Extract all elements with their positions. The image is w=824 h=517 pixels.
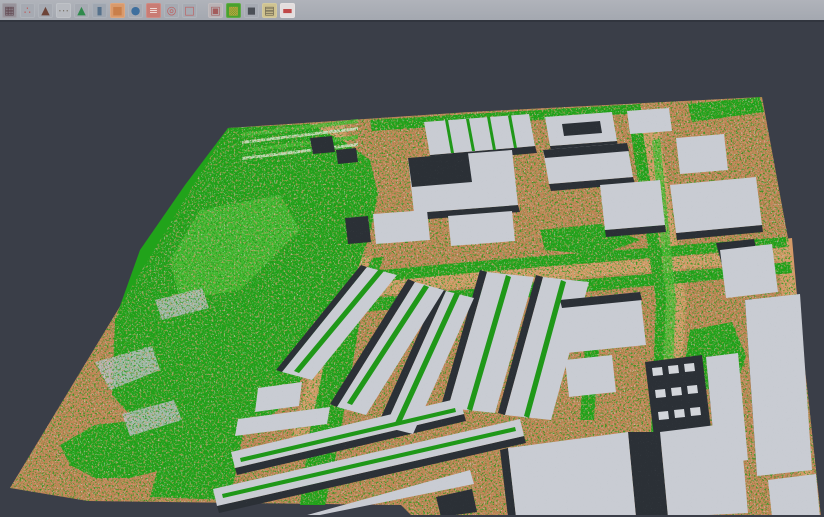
zoom-extents-icon[interactable]: □	[182, 3, 197, 18]
scene-svg	[0, 22, 824, 515]
layer-list-icon[interactable]: ≡	[146, 3, 161, 18]
open-project-icon[interactable]: ▦	[2, 3, 17, 18]
focus-center-icon[interactable]: ◎	[164, 3, 179, 18]
grain-group	[0, 22, 824, 515]
export-data-icon[interactable]: ▬	[280, 3, 295, 18]
mesh-model-icon[interactable]: ◼	[244, 3, 259, 18]
align-clouds-icon[interactable]: ∴	[20, 3, 35, 18]
classification-colors-icon[interactable]: ▩	[226, 3, 241, 18]
profile-tool-icon[interactable]: ▮	[92, 3, 107, 18]
viewport-3d[interactable]	[0, 22, 824, 515]
point-cloud-icon[interactable]: ⋯	[56, 3, 71, 18]
texture-map-icon[interactable]: ▤	[262, 3, 277, 18]
toolbar: ▦∴▲⋯▲▮■●≡◎□▣▩◼▤▬	[0, 0, 824, 22]
vegetation-class-icon[interactable]: ▲	[74, 3, 89, 18]
toolbar-icons: ▦∴▲⋯▲▮■●≡◎□▣▩◼▤▬	[2, 3, 298, 18]
globe-view-icon[interactable]: ●	[128, 3, 143, 18]
terrain-model-icon[interactable]: ▲	[38, 3, 53, 18]
grain-noise	[0, 22, 824, 515]
crop-box-icon[interactable]: ▣	[208, 3, 223, 18]
ground-class-icon[interactable]: ■	[110, 3, 125, 18]
